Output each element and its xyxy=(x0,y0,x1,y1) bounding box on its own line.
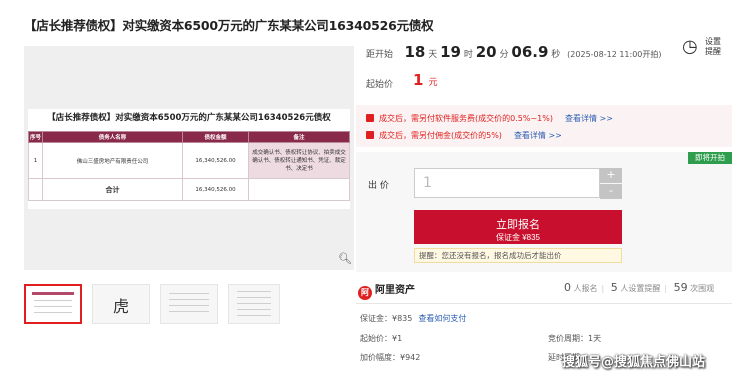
notice-text-2: 成交后，需另付佣金(成交价的5%) xyxy=(379,131,502,140)
row-amount: 16,340,526.00 xyxy=(182,142,249,179)
thumbnail-3[interactable] xyxy=(160,284,218,324)
divider xyxy=(356,303,732,304)
countdown-label: 距开始 xyxy=(366,50,394,60)
decrease-button[interactable]: - xyxy=(600,184,622,199)
start-price-number: 1 xyxy=(413,71,424,89)
countdown-hours: 19 xyxy=(440,43,461,61)
thumbnail-2-char: 虎 xyxy=(112,297,129,316)
signup-button[interactable]: 立即报名 保证金 ¥835 xyxy=(414,210,622,244)
alarm-clock-icon[interactable]: ◷ xyxy=(682,36,698,57)
notice-row-2: 成交后，需另付佣金(成交价的5%) 查看详情 >> xyxy=(366,130,562,141)
signup-label: 立即报名 xyxy=(496,218,540,231)
notice-link-2[interactable]: 查看详情 >> xyxy=(514,131,562,140)
table-total-row: 合计 16,340,526.00 xyxy=(28,178,350,201)
bid-label: 出 价 xyxy=(368,181,389,191)
start-price-label: 起始价 xyxy=(366,80,394,90)
deposit-info: 保证金：¥835 查看如何支付 xyxy=(360,313,466,324)
ali-assets-logo-icon: 阿 xyxy=(358,286,372,300)
lock-icon xyxy=(366,131,374,139)
reminder-count: 5 xyxy=(610,281,618,294)
reminder-count-label: 人设置提醒 xyxy=(620,284,661,293)
document-title: 【店长推荐债权】对实缴资本6500万元的广东某某公司16340526元债权 xyxy=(47,113,331,123)
thumbnail-4[interactable] xyxy=(228,284,280,324)
page-title: 【店长推荐债权】对实缴资本6500万元的广东某某公司16340526元债权 xyxy=(24,18,434,33)
detail-cycle: 竞价周期：1天 xyxy=(548,334,602,343)
minutes-unit: 分 xyxy=(499,50,509,60)
notice-link-1[interactable]: 查看详情 >> xyxy=(565,114,613,123)
total-label: 合计 xyxy=(42,178,183,201)
thumbnail-2[interactable]: 虎 xyxy=(92,284,150,324)
table-row: 1 佛山三盛房地产有限责任公司 16,340,526.00 成交确认书、债权转让… xyxy=(28,142,350,179)
bid-input[interactable]: 1 xyxy=(414,168,600,198)
zoom-icon[interactable]: 🔍︎ xyxy=(338,252,352,265)
hours-unit: 时 xyxy=(463,50,473,60)
signup-hint: 提醒：您还没有报名，报名成功后才能出价 xyxy=(414,248,622,263)
deposit-text: 保证金：¥835 xyxy=(360,314,413,323)
view-count: 59 xyxy=(673,281,688,294)
total-amount: 16,340,526.00 xyxy=(182,178,249,201)
countdown-days: 18 xyxy=(404,43,426,61)
lock-icon xyxy=(366,114,374,122)
seconds-unit: 秒 xyxy=(551,50,561,60)
row-note: 成交确认书、债权转让协议、拍卖成交确认书、债权转让通知书、凭证、裁定书、决定书 xyxy=(248,142,350,179)
start-price-value: 1 元 xyxy=(413,71,438,89)
how-to-pay-link[interactable]: 查看如何支付 xyxy=(418,314,466,323)
notice-text-1: 成交后，需另付软件服务费(成交价的0.5%~1%) xyxy=(379,114,553,123)
notice-row-1: 成交后，需另付软件服务费(成交价的0.5%~1%) 查看详情 >> xyxy=(366,113,613,124)
increase-button[interactable]: + xyxy=(600,168,622,183)
countdown: 距开始 18 天 19 时 20 分 06.9 秒 (2025-08-12 11… xyxy=(366,43,662,61)
status-badge: 即将开拍 xyxy=(688,152,732,164)
thumbnail-1[interactable] xyxy=(24,284,82,324)
col-index: 序号 xyxy=(28,131,43,143)
col-amount: 债权金额 xyxy=(182,131,249,143)
brand: 阿阿里资产 xyxy=(358,281,415,300)
col-note: 备注 xyxy=(248,131,350,143)
debt-table: 序号 债务人名称 债权金额 备注 1 佛山三盛房地产有限责任公司 16,340,… xyxy=(28,131,350,201)
signup-count: 0 xyxy=(564,281,571,294)
detail-start-price: 起始价：¥1 xyxy=(360,334,403,343)
fee-notice: 成交后，需另付软件服务费(成交价的0.5%~1%) 查看详情 >> 成交后，需另付… xyxy=(356,105,732,147)
document-preview: 【店长推荐债权】对实缴资本6500万元的广东某某公司16340526元债权 序号… xyxy=(28,109,350,209)
start-time: (2025-08-12 11:00开拍) xyxy=(567,50,662,59)
remind-line2: 提醒 xyxy=(705,47,721,56)
signup-deposit: 保证金 ¥835 xyxy=(495,232,541,242)
start-price-unit: 元 xyxy=(428,78,438,88)
watermark: 搜狐号@搜狐焦点佛山站 xyxy=(562,355,706,370)
row-index: 1 xyxy=(28,142,43,179)
view-count-label: 次围观 xyxy=(690,284,715,293)
detail-increment: 加价幅度：¥942 xyxy=(360,353,421,362)
countdown-minutes: 20 xyxy=(475,43,497,61)
days-unit: 天 xyxy=(428,50,438,60)
remind-line1: 设置 xyxy=(705,37,721,46)
set-reminder-button[interactable]: 设置 提醒 xyxy=(705,37,727,57)
signup-count-label: 人报名 xyxy=(573,284,598,293)
auction-stats: 0 人报名 | 5 人设置提醒 | 59 次围观 xyxy=(564,281,715,294)
brand-name: 阿里资产 xyxy=(375,285,415,296)
col-debtor: 债务人名称 xyxy=(42,131,183,143)
countdown-seconds: 06.9 xyxy=(511,43,549,61)
row-debtor: 佛山三盛房地产有限责任公司 xyxy=(42,142,183,179)
